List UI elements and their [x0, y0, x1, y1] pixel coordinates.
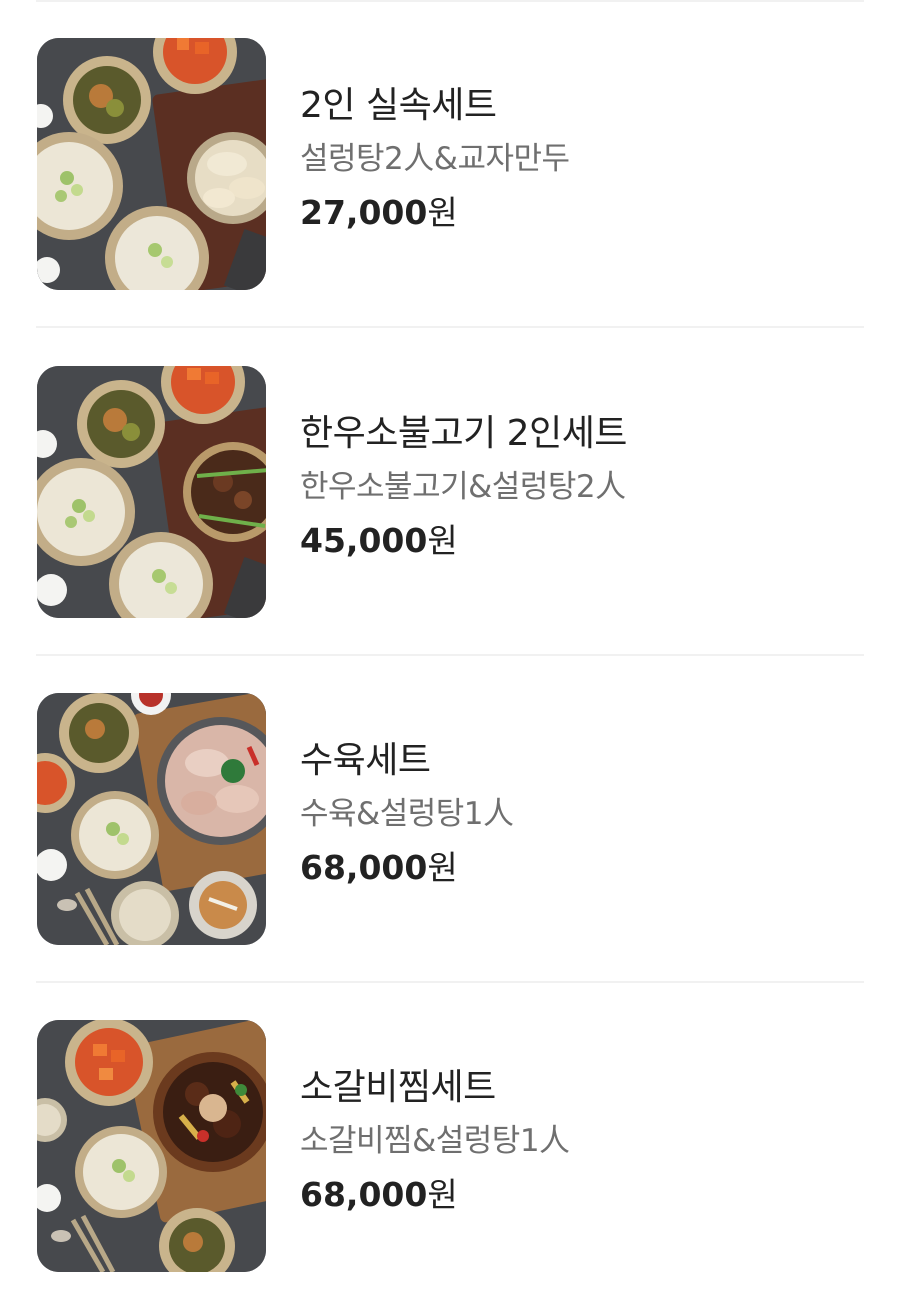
divider: [36, 654, 864, 656]
menu-item-suyuk-set[interactable]: 수육세트 수육&설렁탕1人 68,000원: [0, 693, 900, 945]
menu-item-galbijjim-set[interactable]: 소갈비찜세트 소갈비찜&설렁탕1人 68,000원: [0, 1020, 900, 1272]
menu-item-name: 소갈비찜세트: [300, 1067, 496, 1108]
menu-item-description: 소갈비찜&설렁탕1人: [300, 1123, 570, 1159]
menu-item-2-person-value-set[interactable]: 2인 실속세트 설렁탕2人&교자만두 27,000원: [0, 38, 900, 290]
price-amount: 45,000: [300, 521, 428, 560]
menu-item-description: 설렁탕2人&교자만두: [300, 141, 570, 177]
divider: [36, 326, 864, 328]
price-amount: 68,000: [300, 1175, 428, 1214]
menu-item-photo[interactable]: [37, 1020, 266, 1272]
menu-item-photo[interactable]: [37, 366, 266, 618]
menu-item-price: 68,000원: [300, 847, 860, 889]
menu-item-info: 2인 실속세트 설렁탕2人&교자만두 27,000원: [300, 84, 860, 234]
menu-item-photo[interactable]: [37, 693, 266, 945]
menu-item-hanwoo-bulgogi-2-person-set[interactable]: 한우소불고기 2인세트 한우소불고기&설렁탕2人 45,000원: [0, 366, 900, 618]
price-currency: 원: [427, 521, 458, 560]
menu-item-description: 수육&설렁탕1人: [300, 796, 514, 832]
menu-item-price: 27,000원: [300, 192, 860, 234]
price-currency: 원: [427, 1175, 458, 1214]
menu-item-photo[interactable]: [37, 38, 266, 290]
menu-item-info: 수육세트 수육&설렁탕1人 68,000원: [300, 739, 860, 889]
menu-item-name: 2인 실속세트: [300, 85, 497, 126]
menu-item-name: 수육세트: [300, 740, 431, 781]
menu-item-price: 68,000원: [300, 1174, 860, 1216]
price-currency: 원: [427, 848, 458, 887]
menu-item-description: 한우소불고기&설렁탕2人: [300, 469, 626, 505]
divider: [36, 981, 864, 983]
divider: [36, 0, 864, 2]
food-photo-galbijjim-seolleongtang: [37, 1020, 266, 1272]
menu-item-info: 한우소불고기 2인세트 한우소불고기&설렁탕2人 45,000원: [300, 412, 860, 562]
price-currency: 원: [427, 193, 458, 232]
menu-item-price: 45,000원: [300, 520, 860, 562]
food-photo-bulgogi-seolleongtang: [37, 366, 266, 618]
price-amount: 27,000: [300, 193, 428, 232]
price-amount: 68,000: [300, 848, 428, 887]
menu-item-info: 소갈비찜세트 소갈비찜&설렁탕1人 68,000원: [300, 1066, 860, 1216]
food-photo-seolleongtang-dumplings: [37, 38, 266, 290]
food-photo-suyuk-seolleongtang: [37, 693, 266, 945]
menu-item-name: 한우소불고기 2인세트: [300, 413, 627, 454]
